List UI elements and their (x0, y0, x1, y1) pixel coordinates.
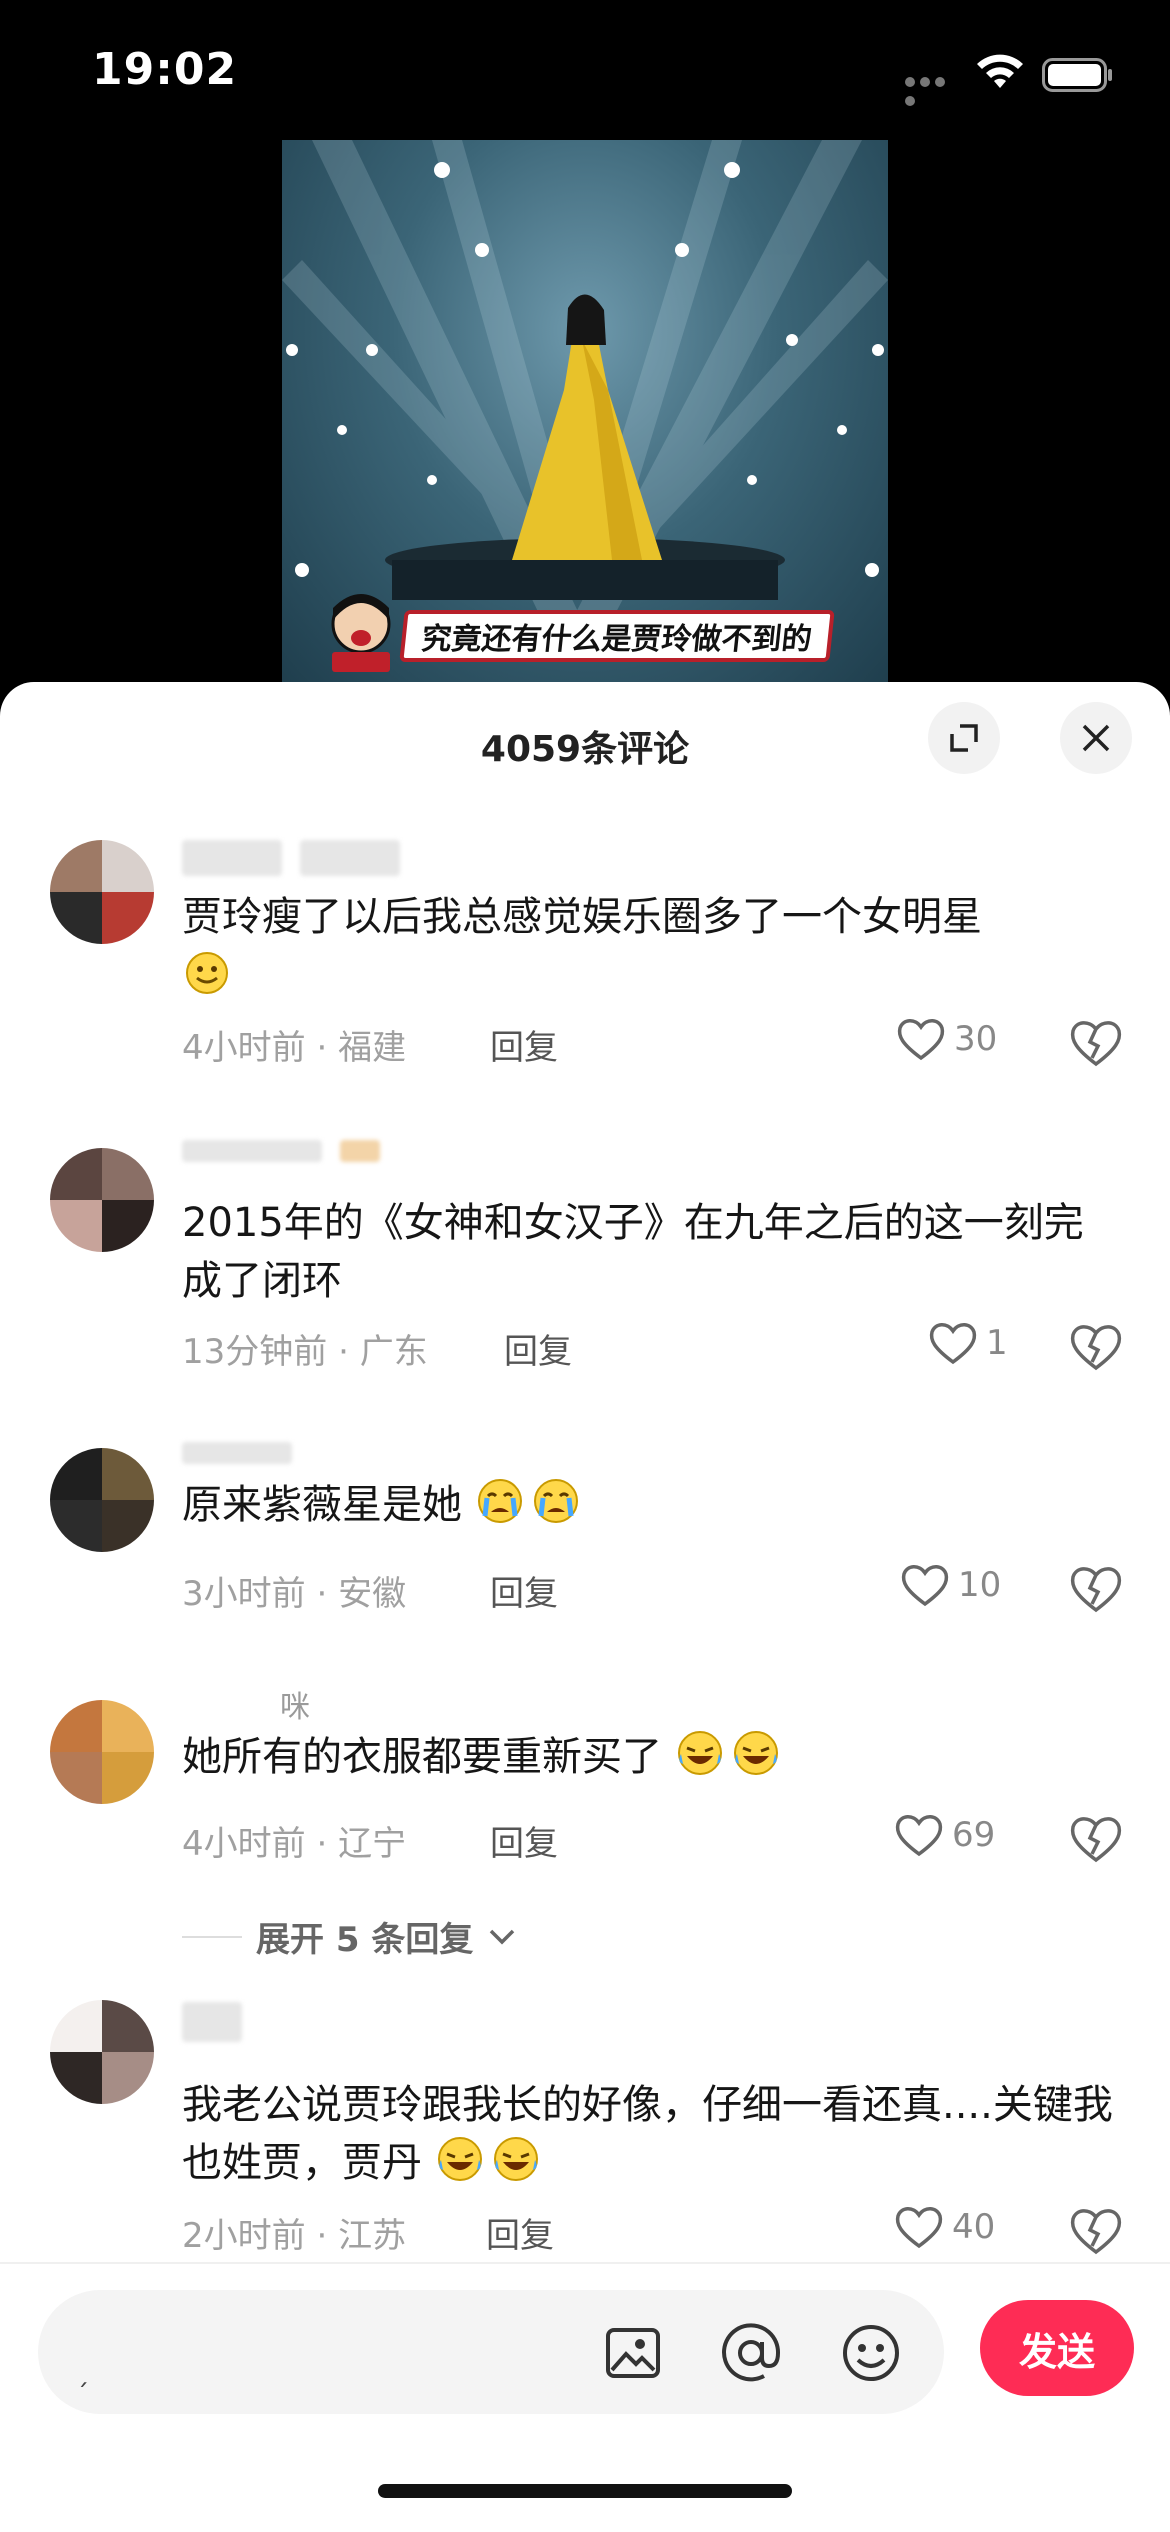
expand-replies-button[interactable]: 展开 5 条回复 (182, 1912, 517, 1961)
comment-meta: 4小时前 · 福建 (182, 1028, 407, 1068)
reply-button[interactable]: 回复 (504, 1324, 572, 1373)
comment-text: 我老公说贾玲跟我长的好像，仔细一看还真....关键我也姓贾，贾丹 (182, 2082, 1113, 2186)
like-button[interactable]: 10 (900, 1562, 1001, 1608)
reply-button[interactable]: 回复 (490, 1566, 558, 1615)
reply-button[interactable]: 回复 (490, 1816, 558, 1865)
expand-button[interactable] (928, 702, 1000, 774)
comment-meta: 2小时前 · 江苏 (182, 2216, 407, 2256)
close-icon (1082, 724, 1110, 752)
status-bar: 19:02 (0, 0, 1170, 140)
username[interactable]: 咪 (280, 1690, 310, 1730)
heart-icon (929, 1323, 977, 1365)
avatar[interactable] (50, 1448, 154, 1552)
like-button[interactable]: 30 (896, 1016, 997, 1062)
broken-heart-icon[interactable] (1068, 1814, 1124, 1864)
username[interactable] (182, 2002, 242, 2042)
heart-icon (895, 2207, 943, 2249)
video-caption: 究竟还有什么是贾玲做不到的 (399, 610, 835, 662)
username[interactable] (182, 840, 400, 880)
status-time: 19:02 (92, 44, 238, 95)
comment-meta: 3小时前 · 安徽 (182, 1574, 407, 1614)
avatar[interactable] (50, 1148, 154, 1252)
laughing-crying-emoji-icon (493, 2137, 538, 2181)
avatar[interactable] (50, 2000, 154, 2104)
image-icon[interactable] (600, 2320, 666, 2386)
laughing-crying-emoji-icon (677, 1731, 722, 1775)
emoji-icon[interactable] (838, 2320, 904, 2386)
avatar[interactable] (50, 1700, 154, 1804)
at-icon[interactable] (718, 2320, 784, 2386)
battery-icon (1042, 58, 1112, 92)
reply-button[interactable]: 回复 (490, 1020, 558, 1069)
cartoon-logo (326, 586, 396, 676)
like-count: 10 (958, 1565, 1002, 1605)
heart-icon (897, 1019, 945, 1061)
crying-emoji-icon (477, 1479, 522, 1523)
comment-text: 贾玲瘦了以后我总感觉娱乐圈多了一个女明星 (182, 888, 1122, 1004)
comment-text: 2015年的《女神和女汉子》在九年之后的这一刻完成了闭环 (182, 1200, 1084, 1304)
broken-heart-icon[interactable] (1068, 1564, 1124, 1614)
chevron-down-icon (490, 1929, 515, 1944)
broken-heart-icon[interactable] (1068, 2206, 1124, 2256)
like-count: 1 (986, 1323, 1008, 1363)
divider (182, 1935, 242, 1938)
like-button[interactable]: 69 (894, 1812, 995, 1858)
crying-emoji-icon (533, 1479, 578, 1523)
heart-icon (895, 1815, 943, 1857)
smile-emoji-icon (186, 952, 228, 994)
text-cursor: ˏ (76, 2358, 89, 2388)
wifi-icon (977, 54, 1023, 88)
like-button[interactable]: 40 (894, 2204, 995, 2250)
username[interactable] (182, 1140, 380, 1180)
broken-heart-icon[interactable] (1068, 1018, 1124, 1068)
comment-input[interactable]: ˏ (38, 2290, 944, 2414)
video-player[interactable]: 究竟还有什么是贾玲做不到的 (282, 140, 888, 685)
like-count: 30 (954, 1019, 998, 1059)
like-count: 69 (952, 1815, 996, 1855)
like-button[interactable]: 1 (928, 1320, 1008, 1366)
reply-button[interactable]: 回复 (486, 2208, 554, 2257)
like-count: 40 (952, 2207, 996, 2247)
laughing-crying-emoji-icon (437, 2137, 482, 2181)
send-button[interactable]: 发送 (980, 2300, 1134, 2396)
close-button[interactable] (1060, 702, 1132, 774)
signal-dots-icon (905, 72, 963, 106)
comment-meta: 4小时前 · 辽宁 (182, 1824, 407, 1864)
home-indicator (378, 2484, 792, 2498)
comment-text: 原来紫薇星是她 (182, 1476, 1122, 1534)
avatar[interactable] (50, 840, 154, 944)
heart-icon (901, 1565, 949, 1607)
expand-icon (950, 724, 978, 752)
laughing-crying-emoji-icon (733, 1731, 778, 1775)
broken-heart-icon[interactable] (1068, 1322, 1124, 1372)
comment-text: 她所有的衣服都要重新买了 (182, 1728, 1122, 1786)
comment-meta: 13分钟前 · 广东 (182, 1332, 428, 1372)
